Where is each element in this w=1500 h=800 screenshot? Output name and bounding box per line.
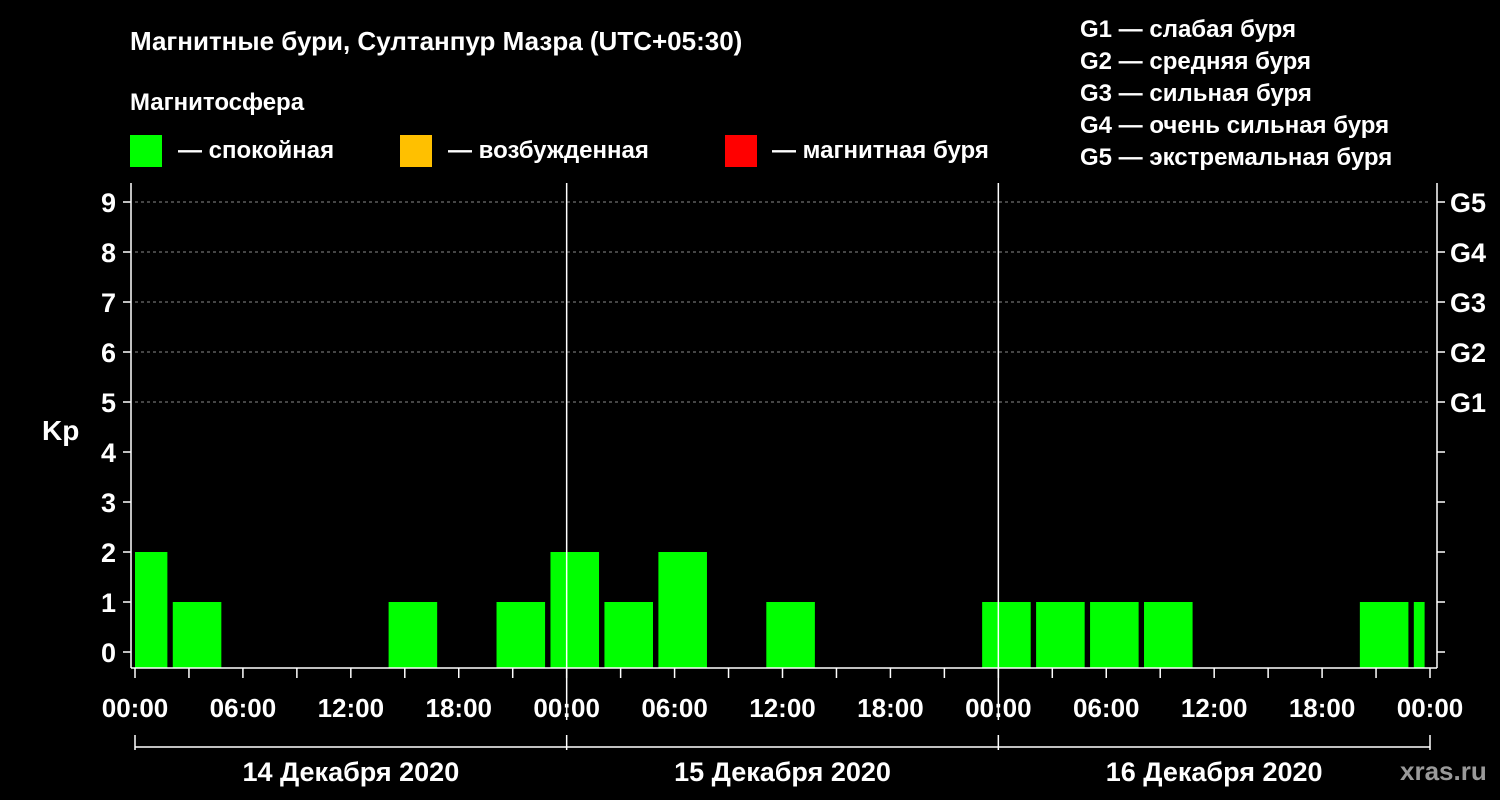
g-level-label: G3 bbox=[1450, 288, 1486, 318]
x-tick-label: 12:00 bbox=[1181, 693, 1248, 723]
y-axis-label: Kp bbox=[42, 415, 79, 446]
x-tick-label: 12:00 bbox=[749, 693, 816, 723]
y-tick-label: 0 bbox=[101, 638, 116, 668]
y-tick-label: 8 bbox=[101, 238, 116, 268]
kp-chart: Магнитные бури, Султанпур Мазра (UTC+05:… bbox=[42, 16, 1487, 787]
g-level-label: G4 bbox=[1450, 238, 1486, 268]
day-label: 16 Декабря 2020 bbox=[1106, 757, 1323, 787]
kp-bar bbox=[550, 552, 600, 668]
kp-bar bbox=[1144, 602, 1193, 668]
g-level-label: G1 bbox=[1450, 388, 1486, 418]
x-tick-label: 18:00 bbox=[857, 693, 924, 723]
y-tick-label: 1 bbox=[101, 588, 116, 618]
legend-swatch-excited bbox=[400, 135, 432, 167]
kp-bar bbox=[172, 602, 222, 668]
y-tick-label: 6 bbox=[101, 338, 116, 368]
g-level-label: G5 bbox=[1450, 188, 1486, 218]
g-scale-g5: G5 — экстремальная буря bbox=[1080, 144, 1392, 171]
g-scale-g4: G4 — очень сильная буря bbox=[1080, 112, 1389, 139]
kp-bar bbox=[982, 602, 1031, 668]
kp-bar bbox=[1036, 602, 1085, 668]
x-tick-label: 00:00 bbox=[965, 693, 1032, 723]
chart-subtitle: Магнитосфера bbox=[130, 89, 305, 116]
day-label: 14 Декабря 2020 bbox=[242, 757, 459, 787]
watermark: xras.ru bbox=[1400, 756, 1487, 786]
y-tick-label: 9 bbox=[101, 188, 116, 218]
g-scale-g1: G1 — слабая буря bbox=[1080, 16, 1296, 43]
day-label: 15 Декабря 2020 bbox=[674, 757, 891, 787]
x-tick-label: 06:00 bbox=[641, 693, 708, 723]
y-tick-label: 2 bbox=[101, 538, 116, 568]
chart-title: Магнитные бури, Султанпур Мазра (UTC+05:… bbox=[130, 26, 742, 56]
kp-bar bbox=[1359, 602, 1409, 668]
kp-bar bbox=[766, 602, 815, 668]
kp-bar bbox=[388, 602, 438, 668]
g-level-label: G2 bbox=[1450, 338, 1486, 368]
legend-label-storm: — магнитная буря bbox=[772, 137, 989, 164]
x-tick-label: 18:00 bbox=[1289, 693, 1356, 723]
x-tick-label: 06:00 bbox=[210, 693, 277, 723]
legend-swatch-storm bbox=[725, 135, 757, 167]
x-tick-label: 12:00 bbox=[318, 693, 385, 723]
legend-swatch-quiet bbox=[130, 135, 162, 167]
legend-label-excited: — возбужденная bbox=[448, 137, 649, 164]
g-scale-g2: G2 — средняя буря bbox=[1080, 48, 1311, 75]
x-tick-label: 00:00 bbox=[533, 693, 600, 723]
legend-label-quiet: — спокойная bbox=[178, 137, 334, 164]
x-tick-label: 18:00 bbox=[426, 693, 493, 723]
x-tick-label: 00:00 bbox=[1397, 693, 1464, 723]
kp-bar bbox=[1090, 602, 1139, 668]
y-tick-label: 5 bbox=[101, 388, 116, 418]
y-tick-label: 7 bbox=[101, 288, 116, 318]
kp-bar bbox=[496, 602, 546, 668]
y-tick-label: 4 bbox=[101, 438, 116, 468]
g-scale-g3: G3 — сильная буря bbox=[1080, 80, 1312, 107]
kp-bar bbox=[1413, 602, 1425, 668]
kp-bar bbox=[604, 602, 653, 668]
kp-bar bbox=[658, 552, 707, 668]
kp-bar bbox=[135, 552, 168, 668]
x-tick-label: 06:00 bbox=[1073, 693, 1140, 723]
x-tick-label: 00:00 bbox=[102, 693, 169, 723]
y-tick-label: 3 bbox=[101, 488, 116, 518]
